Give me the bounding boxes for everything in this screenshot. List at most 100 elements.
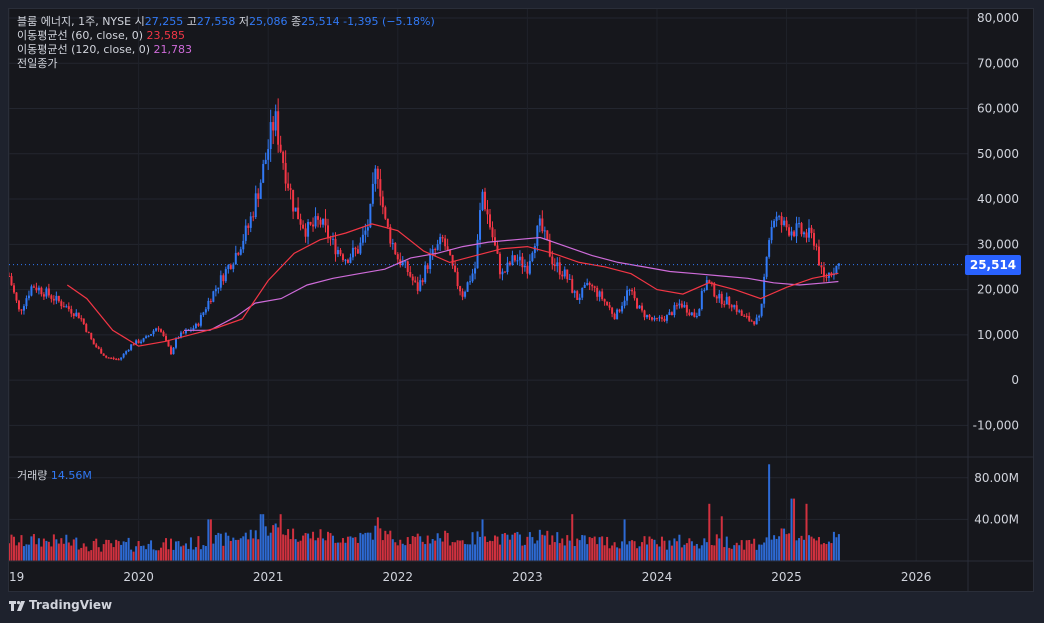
candle-body	[110, 357, 113, 359]
volume-bar	[396, 545, 399, 561]
volume-bar	[434, 540, 437, 561]
candle-body	[272, 122, 275, 131]
candle-body	[262, 163, 265, 183]
volume-bar	[167, 549, 170, 561]
candle-body	[536, 225, 539, 247]
volume-bar	[815, 540, 818, 561]
candle-body	[117, 359, 120, 361]
candle-body	[414, 280, 417, 283]
prev-close-legend[interactable]: 전일종가	[17, 57, 435, 71]
volume-bar	[446, 532, 449, 561]
volume-bar	[416, 533, 419, 561]
volume-bar	[670, 545, 673, 561]
candle-body	[601, 291, 604, 300]
volume-bar	[837, 534, 840, 561]
candle-body	[199, 315, 202, 326]
candle-body	[543, 230, 546, 232]
candle-body	[259, 182, 262, 199]
volume-bar	[705, 542, 708, 561]
x-tick-label: 2023	[512, 570, 543, 584]
volume-bar	[160, 547, 163, 561]
candle-body	[743, 315, 746, 317]
candle-body	[222, 275, 225, 282]
x-tick-label: 2020	[123, 570, 154, 584]
volume-bar	[820, 544, 823, 561]
candle-body	[331, 238, 334, 240]
candle-body	[105, 355, 108, 358]
candle-body	[160, 329, 163, 332]
volume-bar	[277, 527, 280, 561]
volume-bar	[588, 537, 591, 561]
candle-body	[309, 221, 312, 225]
volume-bar	[371, 539, 374, 561]
candle-body	[459, 286, 462, 292]
volume-bar	[85, 546, 88, 561]
candle-body	[748, 316, 751, 321]
candle-body	[381, 196, 384, 208]
volume-bar	[655, 544, 658, 561]
volume-bar	[613, 542, 616, 561]
candle-body	[683, 304, 686, 308]
volume-bar	[646, 544, 649, 561]
volume-bar	[162, 542, 165, 561]
volume-bar	[516, 531, 519, 561]
candle-body	[294, 207, 297, 212]
volume-bar	[137, 541, 140, 561]
volume-bar	[192, 549, 195, 561]
volume-tick-label: 40.00M	[974, 512, 1019, 526]
candle-body	[548, 240, 551, 257]
volume-bar	[738, 545, 741, 561]
candle-body	[670, 312, 673, 316]
volume-bar	[264, 526, 267, 561]
volume-bar	[586, 544, 589, 561]
candle-body	[810, 227, 813, 234]
candle-body	[773, 220, 776, 228]
volume-bar	[307, 533, 310, 561]
volume-bar	[466, 544, 469, 561]
volume-bar	[498, 544, 501, 561]
candle-body	[638, 305, 641, 309]
volume-bar	[40, 546, 43, 561]
volume-bar	[107, 539, 110, 561]
volume-bar	[720, 516, 723, 561]
volume-bar	[272, 525, 275, 561]
ma120-legend[interactable]: 이동평균선 (120, close, 0) 21,783	[17, 43, 435, 57]
ma60-value: 23,585	[146, 29, 186, 42]
volume-legend[interactable]: 거래량 14.56M	[17, 467, 92, 483]
candle-body	[573, 291, 576, 293]
candle-body	[593, 286, 596, 288]
symbol-label[interactable]: 블룸 에너지, 1주, NYSE	[17, 15, 131, 28]
candle-body	[566, 269, 569, 280]
volume-bar	[807, 535, 810, 561]
candle-body	[753, 321, 756, 325]
candle-body	[72, 313, 75, 317]
candle-body	[760, 303, 763, 316]
volume-bar	[553, 542, 556, 561]
candle-body	[115, 358, 118, 360]
volume-bar	[9, 543, 10, 561]
x-tick-label: 2021	[253, 570, 284, 584]
volume-bar	[292, 528, 295, 561]
candle-body	[778, 216, 781, 218]
low-value: 25,086	[248, 15, 288, 28]
candle-body	[765, 256, 768, 277]
price-chart[interactable]: 80,000 70,000 60,000 50,000 40,000 30,000 20,0…	[9, 9, 1034, 592]
candle-body	[735, 305, 738, 312]
volume-bar	[822, 543, 825, 561]
volume-bar	[327, 531, 330, 561]
volume-bar	[803, 539, 806, 561]
ma60-legend[interactable]: 이동평균선 (60, close, 0) 23,585	[17, 29, 435, 43]
volume-bar	[449, 545, 452, 561]
prev-close-label: 전일종가	[17, 57, 58, 70]
volume-bar	[322, 538, 325, 561]
candle-body	[77, 312, 80, 319]
candle-body	[341, 254, 344, 261]
volume-bar	[187, 548, 190, 561]
tradingview-logo[interactable]: TradingView	[9, 598, 112, 612]
candle-body	[561, 274, 564, 277]
candle-body	[586, 283, 589, 285]
volume-bar	[336, 542, 339, 561]
candle-body	[169, 346, 172, 355]
volume-bar	[503, 533, 506, 561]
volume-bar	[97, 547, 100, 561]
